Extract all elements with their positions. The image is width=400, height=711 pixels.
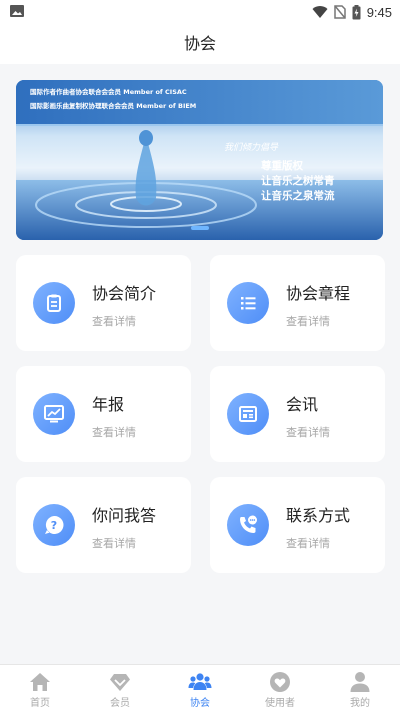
svg-text:?: ? — [51, 519, 57, 532]
banner-image: 国际作者作曲者协会联合会会员 Member of CISAC 国际影画乐曲复制权… — [16, 80, 383, 240]
card-title: 联系方式 — [286, 506, 351, 525]
status-bar: 9:45 — [0, 0, 400, 24]
tab-association[interactable]: 协会 — [160, 665, 240, 711]
card-title: 会讯 — [286, 395, 319, 414]
banner-carousel[interactable]: 国际作者作曲者协会联合会会员 Member of CISAC 国际影画乐曲复制权… — [16, 80, 383, 240]
card-annual-report[interactable]: 年报 查看详情 — [16, 366, 191, 462]
card-title: 你问我答 — [92, 506, 157, 525]
card-title: 协会简介 — [92, 284, 157, 303]
card-subtitle: 查看详情 — [286, 315, 330, 328]
card-subtitle: 查看详情 — [92, 315, 136, 328]
gallery-notification-icon — [10, 5, 24, 17]
banner-slogan2: 让音乐之树常青 — [261, 174, 335, 187]
tab-label: 会员 — [110, 698, 130, 709]
wifi-icon — [312, 6, 328, 19]
bottom-navigation: 首页 会员 协会 使用者 我的 — [0, 664, 400, 711]
group-icon — [188, 673, 212, 690]
app-header: 协会 — [0, 24, 400, 64]
battery-charging-icon — [352, 4, 361, 19]
tab-member[interactable]: 会员 — [80, 665, 160, 711]
question-icon: ? — [33, 504, 75, 546]
status-time: 9:45 — [366, 4, 392, 20]
card-about[interactable]: 协会简介 查看详情 — [16, 255, 191, 351]
card-contact[interactable]: 联系方式 查看详情 — [210, 477, 385, 573]
heart-icon — [270, 672, 290, 692]
tab-mine[interactable]: 我的 — [320, 665, 400, 711]
card-charter[interactable]: 协会章程 查看详情 — [210, 255, 385, 351]
card-newsletter[interactable]: 会讯 查看详情 — [210, 366, 385, 462]
card-subtitle: 查看详情 — [286, 426, 330, 439]
banner-slogan-lead: 我们倾力倡导 — [224, 142, 279, 153]
tab-home[interactable]: 首页 — [0, 665, 80, 711]
card-subtitle: 查看详情 — [286, 537, 330, 550]
newspaper-icon — [227, 393, 269, 435]
tab-label: 首页 — [30, 698, 50, 709]
card-subtitle: 查看详情 — [92, 537, 136, 550]
card-faq[interactable]: ? 你问我答 查看详情 — [16, 477, 191, 573]
diamond-icon — [110, 674, 130, 691]
banner-slogan1: 尊重版权 — [261, 159, 303, 172]
no-sim-icon — [333, 5, 346, 19]
banner-slogan3: 让音乐之泉常流 — [261, 189, 335, 202]
page-title: 协会 — [183, 34, 216, 53]
tab-user[interactable]: 使用者 — [240, 665, 320, 711]
chart-monitor-icon — [33, 393, 75, 435]
card-title: 年报 — [92, 395, 125, 414]
tab-label: 协会 — [190, 698, 210, 709]
clipboard-icon — [33, 282, 75, 324]
carousel-indicator — [191, 226, 209, 230]
home-icon — [30, 673, 50, 691]
phone-chat-icon — [227, 504, 269, 546]
person-icon — [350, 672, 370, 692]
card-title: 协会章程 — [286, 284, 351, 303]
tab-label: 使用者 — [265, 698, 295, 709]
banner-line2: 国际影画乐曲复制权协理联合会会员 Member of BIEM — [30, 101, 196, 110]
card-subtitle: 查看详情 — [92, 426, 136, 439]
banner-line1: 国际作者作曲者协会联合会会员 Member of CISAC — [30, 87, 187, 96]
tab-label: 我的 — [350, 698, 370, 709]
list-icon — [227, 282, 269, 324]
